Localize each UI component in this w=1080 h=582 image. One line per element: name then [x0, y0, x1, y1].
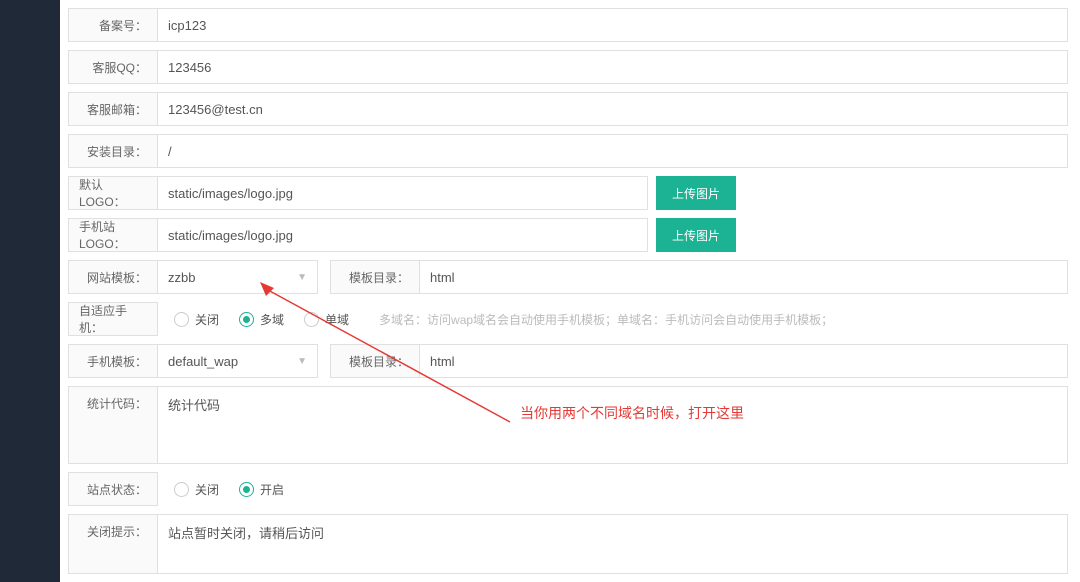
sidebar	[0, 0, 60, 582]
label-beian: 备案号：	[68, 8, 158, 42]
radio-icon	[304, 312, 319, 327]
label-default-logo: 默认LOGO：	[68, 176, 158, 210]
main-content: 备案号： icp123 客服QQ： 123456 客服邮箱： 123456@te…	[60, 0, 1080, 582]
label-site-status: 站点状态：	[68, 472, 158, 506]
select-mobile-template-value: default_wap	[168, 354, 238, 369]
label-close-hint: 关闭提示：	[68, 514, 158, 574]
label-mobile-logo: 手机站LOGO：	[68, 218, 158, 252]
radio-adaptive-single[interactable]: 单域	[304, 311, 349, 328]
radio-status-close[interactable]: 关闭	[174, 481, 219, 498]
label-adaptive: 自适应手机：	[68, 302, 158, 336]
input-email[interactable]: 123456@test.cn	[158, 92, 1068, 126]
input-install-dir[interactable]: /	[158, 134, 1068, 168]
radio-icon	[174, 482, 189, 497]
label-email: 客服邮箱：	[68, 92, 158, 126]
input-beian[interactable]: icp123	[158, 8, 1068, 42]
label-mobile-template: 手机模板：	[68, 344, 158, 378]
annotation-text: 当你用两个不同域名时候，打开这里	[520, 403, 744, 423]
radio-icon	[174, 312, 189, 327]
upload-mobile-logo-button[interactable]: 上传图片	[656, 218, 736, 252]
input-qq[interactable]: 123456	[158, 50, 1068, 84]
input-mobile-logo[interactable]: static/images/logo.jpg	[158, 218, 648, 252]
radio-adaptive-close[interactable]: 关闭	[174, 311, 219, 328]
label-template-dir1: 模板目录：	[330, 260, 420, 294]
label-statistics: 统计代码：	[68, 386, 158, 464]
radio-status-open[interactable]: 开启	[239, 481, 284, 498]
radio-adaptive-multi[interactable]: 多域	[239, 311, 284, 328]
chevron-down-icon: ▼	[297, 272, 307, 283]
input-template-dir2[interactable]: html	[420, 344, 1068, 378]
select-mobile-template[interactable]: default_wap ▼	[158, 344, 318, 378]
radio-icon-checked	[239, 482, 254, 497]
select-template-value: zzbb	[168, 270, 195, 285]
select-template[interactable]: zzbb ▼	[158, 260, 318, 294]
label-template: 网站模板：	[68, 260, 158, 294]
input-default-logo[interactable]: static/images/logo.jpg	[158, 176, 648, 210]
label-install-dir: 安装目录：	[68, 134, 158, 168]
textarea-statistics[interactable]: 统计代码	[158, 386, 1068, 464]
label-qq: 客服QQ：	[68, 50, 158, 84]
chevron-down-icon: ▼	[297, 356, 307, 367]
adaptive-hint: 多域名：访问wap域名会自动使用手机模板；单域名：手机访问会自动使用手机模板；	[379, 311, 833, 328]
radio-icon-checked	[239, 312, 254, 327]
textarea-close-hint[interactable]: 站点暂时关闭，请稍后访问	[158, 514, 1068, 574]
input-template-dir1[interactable]: html	[420, 260, 1068, 294]
label-template-dir2: 模板目录：	[330, 344, 420, 378]
upload-default-logo-button[interactable]: 上传图片	[656, 176, 736, 210]
